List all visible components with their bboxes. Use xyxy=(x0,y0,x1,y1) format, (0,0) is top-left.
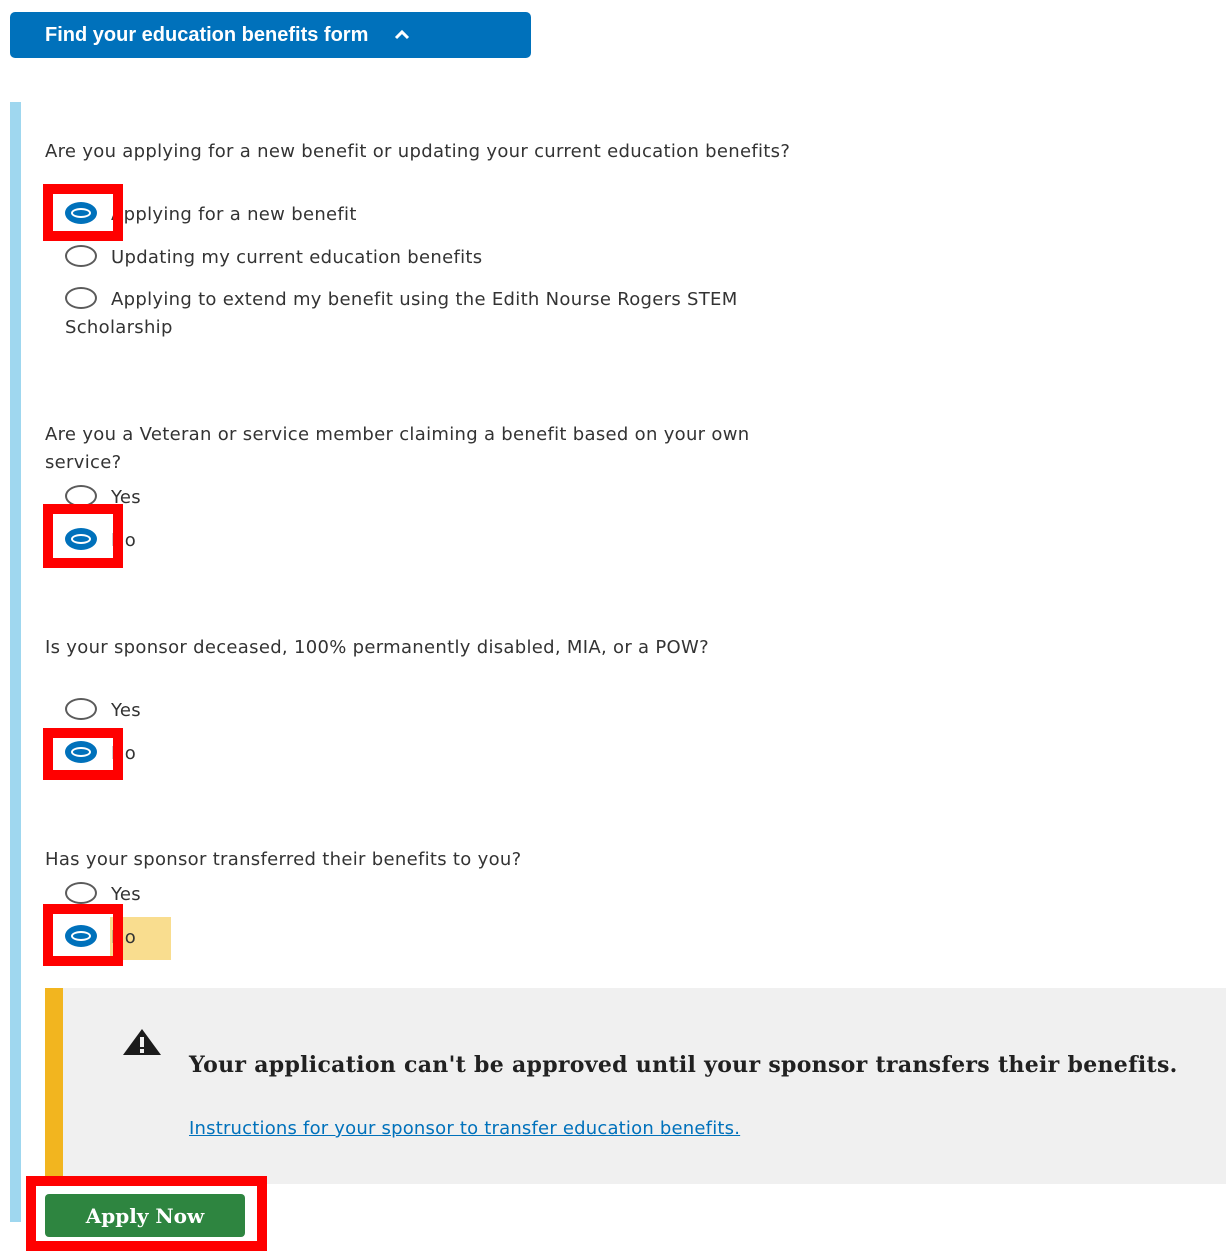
option-label: Yes xyxy=(111,884,141,905)
radio-option-update-benefits[interactable]: Updating my current education benefits xyxy=(65,244,482,272)
radio-option-yes[interactable]: Yes xyxy=(65,697,141,725)
warning-alert: Your application can't be approved until… xyxy=(45,988,1226,1184)
alert-heading: Your application can't be approved until… xyxy=(189,1052,1178,1078)
radio-unselected[interactable] xyxy=(65,882,97,904)
radio-unselected[interactable] xyxy=(65,698,97,720)
warning-icon xyxy=(122,1028,162,1060)
annotation-box xyxy=(26,1176,267,1251)
radio-option-stem-scholarship[interactable]: Applying to extend my benefit using the … xyxy=(65,286,825,342)
toggle-label: Find your education benefits form xyxy=(45,23,369,46)
radio-unselected[interactable] xyxy=(65,245,97,267)
question-benefit-type: Are you applying for a new benefit or up… xyxy=(45,141,791,162)
radio-unselected[interactable] xyxy=(65,287,97,309)
annotation-box xyxy=(43,904,123,966)
option-label: Applying for a new benefit xyxy=(111,204,357,225)
option-label: Yes xyxy=(111,700,141,721)
find-form-toggle-button[interactable]: Find your education benefits form xyxy=(10,12,531,58)
annotation-box xyxy=(43,504,123,568)
wizard-side-bar xyxy=(10,102,21,1222)
annotation-box xyxy=(43,728,123,780)
annotation-box xyxy=(43,184,123,241)
question-sponsor-status: Is your sponsor deceased, 100% permanent… xyxy=(45,637,709,658)
option-label: Applying to extend my benefit using the … xyxy=(65,289,738,338)
question-sponsor-transfer: Has your sponsor transferred their benef… xyxy=(45,849,522,870)
transfer-instructions-link[interactable]: Instructions for your sponsor to transfe… xyxy=(189,1118,740,1139)
option-label: Updating my current education benefits xyxy=(111,247,483,268)
question-own-service: Are you a Veteran or service member clai… xyxy=(45,424,750,473)
chevron-up-icon xyxy=(394,29,410,41)
